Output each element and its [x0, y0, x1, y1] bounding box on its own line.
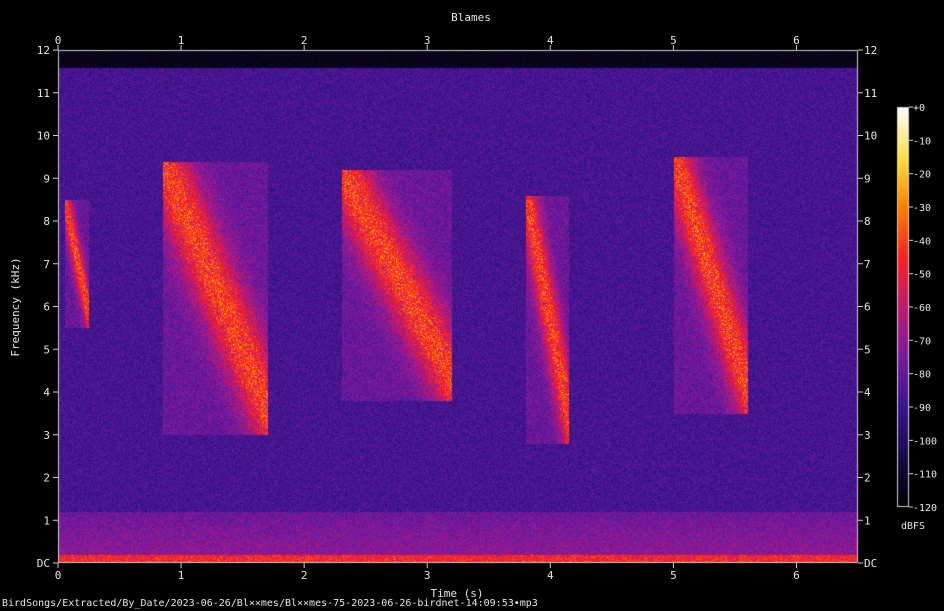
y-tick-label-right: DC	[864, 557, 877, 570]
y-tick-label-right: 4	[864, 386, 871, 399]
y-tick-label-left: 8	[43, 215, 50, 228]
colorbar-tick-label: -60	[913, 303, 931, 314]
x-tick-label-top: 1	[178, 34, 185, 47]
colorbar-label: dBFS	[901, 521, 925, 532]
colorbar-tick-label: -110	[913, 470, 937, 481]
y-tick-label-left: 12	[37, 44, 50, 57]
colorbar-tick-label: +0	[913, 103, 925, 114]
y-tick-label-left: 4	[43, 386, 50, 399]
y-tick-label-left: 11	[37, 87, 50, 100]
x-tick-label-bottom: 4	[547, 569, 554, 582]
colorbar-tick-label: -70	[913, 336, 931, 347]
x-tick-label-bottom: 2	[301, 569, 308, 582]
y-tick-label-left: 10	[37, 130, 50, 143]
y-tick-label-left: 3	[43, 429, 50, 442]
y-tick-label-right: 7	[864, 258, 871, 271]
colorbar-tick-label: -100	[913, 436, 937, 447]
y-tick-label-right: 5	[864, 343, 871, 356]
colorbar-tick-label: -90	[913, 403, 931, 414]
y-tick-label-left: 7	[43, 258, 50, 271]
x-tick-label-bottom: 6	[793, 569, 800, 582]
x-tick-label-top: 3	[424, 34, 431, 47]
chart-overlay: Blames Time (s) Frequency (kHz) dBFS 001…	[9, 11, 937, 600]
colorbar-tick-label: -20	[913, 170, 931, 181]
y-tick-label-right: 10	[864, 130, 877, 143]
axis-ticks: 00112233445566DC DC1 12 23 34 45 56 67 78 89 910 10…	[37, 34, 937, 582]
x-tick-label-bottom: 3	[424, 569, 431, 582]
y-tick-label-right: 12	[864, 44, 877, 57]
y-tick-label-left: DC	[37, 557, 50, 570]
x-tick-label-top: 6	[793, 34, 800, 47]
y-tick-label-right: 1	[864, 514, 871, 527]
x-tick-label-top: 5	[670, 34, 677, 47]
x-tick-label-bottom: 0	[55, 569, 62, 582]
y-tick-label-right: 9	[864, 172, 871, 185]
x-tick-label-top: 2	[301, 34, 308, 47]
y-tick-label-left: 5	[43, 343, 50, 356]
x-tick-label-top: 0	[55, 34, 62, 47]
colorbar-tick-label: -30	[913, 203, 931, 214]
colorbar-tick-label: -120	[913, 503, 937, 514]
colorbar-tick-label: -50	[913, 270, 931, 281]
x-tick-label-bottom: 5	[670, 569, 677, 582]
x-tick-label-top: 4	[547, 34, 554, 47]
y-tick-label-left: 2	[43, 472, 50, 485]
y-tick-label-right: 8	[864, 215, 871, 228]
colorbar-tick-label: -80	[913, 370, 931, 381]
y-tick-label-left: 9	[43, 172, 50, 185]
y-tick-label-right: 11	[864, 87, 877, 100]
file-path-footer: BirdSongs/Extracted/By_Date/2023-06-26/B…	[2, 598, 538, 609]
chart-title: Blames	[451, 11, 491, 24]
y-axis-label: Frequency (kHz)	[9, 257, 22, 356]
y-tick-label-left: 1	[43, 514, 50, 527]
y-tick-label-right: 2	[864, 472, 871, 485]
y-tick-label-right: 6	[864, 301, 871, 314]
y-tick-label-right: 3	[864, 429, 871, 442]
colorbar-tick-label: -40	[913, 236, 931, 247]
x-tick-label-bottom: 1	[178, 569, 185, 582]
y-tick-label-left: 6	[43, 301, 50, 314]
colorbar-tick-label: -10	[913, 136, 931, 147]
